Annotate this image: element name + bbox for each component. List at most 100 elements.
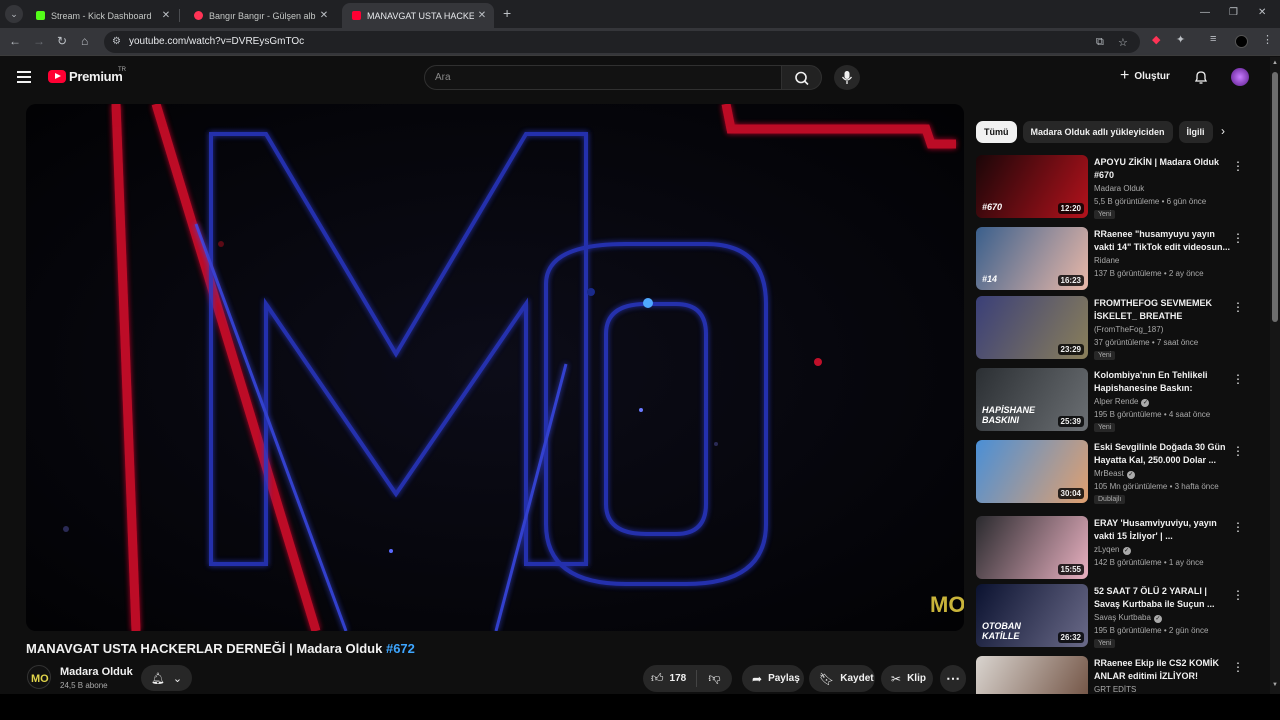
more-vertical-icon[interactable]: ⋮ — [1232, 372, 1244, 386]
account-avatar[interactable] — [1231, 68, 1249, 86]
more-vertical-icon[interactable]: ⋮ — [1232, 300, 1244, 314]
dislike-button[interactable]: 👎︎ — [697, 671, 732, 686]
page-scrollbar[interactable]: ▲ ▼ — [1270, 57, 1280, 694]
verified-check-icon: ✓ — [1153, 615, 1162, 623]
scroll-up-arrow-icon[interactable]: ▲ — [1272, 60, 1278, 66]
recommended-channel-name[interactable]: GRT EDİTS — [1094, 685, 1136, 694]
recommended-channel-name[interactable]: Alper Rende ✓ — [1094, 397, 1150, 407]
channel-avatar[interactable]: MO — [27, 665, 51, 689]
video-thumbnail[interactable]: 15:55 — [976, 516, 1088, 579]
reload-icon[interactable]: ↻ — [57, 34, 67, 48]
back-arrow-icon[interactable]: ← — [9, 34, 21, 48]
chevron-right-icon[interactable]: › — [1221, 124, 1225, 138]
close-icon[interactable]: ✕ — [316, 10, 332, 21]
bookmark-star-icon[interactable]: ☆ — [1118, 36, 1128, 49]
recommended-video-title[interactable]: Kolombiya'nın En Tehlikeli Hapishanesine… — [1094, 369, 1230, 396]
home-icon[interactable]: ⌂ — [81, 34, 88, 48]
recommended-video[interactable]: 15:55 ERAY 'Husamviyuviyu, yayın vakti 15… — [976, 516, 1246, 582]
thumbs-up-icon: 👍︎ — [651, 671, 664, 685]
search-button[interactable] — [781, 65, 822, 90]
recommended-channel-name[interactable]: Ridane — [1094, 256, 1119, 265]
video-thumbnail[interactable]: #14 16:23 — [976, 227, 1088, 290]
browser-menu-icon[interactable]: ⋮ — [1262, 33, 1273, 46]
more-vertical-icon[interactable]: ⋮ — [1232, 231, 1244, 245]
chip-from-uploader[interactable]: Madara Olduk adlı yükleyiciden — [1022, 121, 1173, 143]
view-count-and-date: 195 B görüntüleme • 2 gün önce — [1094, 626, 1209, 635]
window-close-icon[interactable]: ✕ — [1258, 7, 1266, 18]
clip-button[interactable]: ✂ Klip — [881, 665, 933, 692]
tab-search-button[interactable]: ⌄ — [5, 5, 23, 23]
channel-name[interactable]: Madara Olduk — [60, 666, 133, 678]
recommended-video-title[interactable]: RRaenee "husamyuyu yayın vakti 14" TikTo… — [1094, 228, 1230, 254]
new-tab-plus-icon[interactable]: + — [503, 5, 511, 21]
recommended-video[interactable]: OTOBAN KATİLLE 26:32 52 SAAT 7 ÖLÜ 2 YARAL… — [976, 584, 1246, 650]
recommended-video-title[interactable]: ERAY 'Husamviyuviyu, yayın vakti 15 İzli… — [1094, 517, 1230, 543]
chip-related[interactable]: İlgili — [1178, 121, 1213, 143]
video-thumbnail[interactable]: #670 12:20 — [976, 155, 1088, 218]
close-icon[interactable]: ✕ — [158, 10, 174, 21]
youtube-premium-logo[interactable]: Premium — [48, 69, 123, 84]
video-thumbnail[interactable]: 23:29 — [976, 296, 1088, 359]
video-hashtag-link[interactable]: #672 — [386, 641, 415, 656]
subscription-notifications-button[interactable]: 🔔︎ ⌄ — [141, 665, 192, 691]
address-bar[interactable]: ⚙ youtube.com/watch?v=DVREysGmTOc ⧉ ☆ — [104, 31, 1140, 53]
recommended-channel-name[interactable]: zLyqen ✓ — [1094, 545, 1131, 555]
install-app-icon[interactable]: ⧉ — [1096, 36, 1104, 49]
video-thumbnail[interactable]: OTOBAN KATİLLE 26:32 — [976, 584, 1088, 647]
site-settings-icon[interactable]: ⚙ — [112, 36, 121, 47]
recommended-video-title[interactable]: Eski Sevgilinle Doğada 30 Gün Hayatta Ka… — [1094, 441, 1230, 467]
video-thumbnail[interactable]: HAPİSHANE BASKINI 25:39 — [976, 368, 1088, 431]
view-count-and-date: 105 Mn görüntüleme • 3 hafta önce — [1094, 482, 1219, 491]
scrollbar-thumb[interactable] — [1272, 72, 1278, 322]
notifications-bell-icon[interactable] — [1193, 69, 1209, 88]
browser-tab-gulsen[interactable]: Bangır Bangır - Gülşen albümü ✕ — [184, 3, 336, 28]
recommended-video[interactable]: #14 16:23 RRaenee "husamyuyu yayın vakti 1… — [976, 227, 1246, 293]
video-duration: 16:23 — [1057, 275, 1084, 286]
recommended-video-title[interactable]: APOYU ZİKİN | Madara Olduk #670 — [1094, 156, 1230, 182]
subscriber-count: 24,5 B abone — [60, 681, 108, 690]
logo-text: Premium — [69, 69, 123, 84]
video-duration: 30:04 — [1057, 488, 1084, 499]
save-button[interactable]: 🔖︎ Kaydet — [809, 665, 875, 692]
recommended-video[interactable]: 30:04 Eski Sevgilinle Doğada 30 Gün Hayat… — [976, 440, 1246, 506]
extensions-puzzle-icon[interactable]: ✦ — [1176, 33, 1185, 46]
hamburger-menu-icon[interactable] — [17, 71, 31, 86]
search-input[interactable]: Ara — [424, 65, 782, 90]
media-controls-icon[interactable]: ≡ — [1210, 33, 1216, 45]
scroll-down-arrow-icon[interactable]: ▼ — [1272, 682, 1278, 688]
browser-tab-kick[interactable]: Stream - Kick Dashboard ✕ — [26, 3, 178, 28]
profile-avatar[interactable] — [1235, 35, 1248, 48]
recommended-channel-name[interactable]: MrBeast ✓ — [1094, 469, 1135, 479]
recommended-video-title[interactable]: FROMTHEFOG SEVMEMEK İSKELET_ BREATHE RAM… — [1094, 297, 1230, 324]
channel-name-text: Madara Olduk — [1094, 184, 1145, 193]
browser-tab-youtube[interactable]: MANAVGAT USTA HACKERLAR ✕ — [342, 3, 494, 28]
minimize-icon[interactable]: — — [1200, 7, 1210, 18]
recommended-video-title[interactable]: 52 SAAT 7 ÖLÜ 2 YARALI | Savaş Kurtbaba … — [1094, 585, 1230, 611]
more-vertical-icon[interactable]: ⋮ — [1232, 159, 1244, 173]
video-player[interactable]: MO — [26, 104, 964, 631]
chip-all[interactable]: Tümü — [976, 121, 1017, 143]
url-text[interactable]: youtube.com/watch?v=DVREysGmTOc — [129, 36, 304, 47]
more-vertical-icon[interactable]: ⋮ — [1232, 660, 1244, 674]
thumbnail-overlay-text: #670 — [982, 202, 1003, 212]
recommended-video[interactable]: #670 12:20 APOYU ZİKİN | Madara Olduk #670… — [976, 155, 1246, 221]
forward-arrow-icon[interactable]: → — [33, 34, 45, 48]
more-vertical-icon[interactable]: ⋮ — [1232, 588, 1244, 602]
restore-icon[interactable]: ❐ — [1229, 7, 1238, 18]
recommended-video-title[interactable]: RRaenee Ekip ile CS2 KOMİK ANLAR editimi… — [1094, 657, 1230, 683]
voice-search-button[interactable] — [834, 65, 860, 90]
recommended-channel-name[interactable]: Savaş Kurtbaba ✓ — [1094, 613, 1162, 623]
recommended-channel-name[interactable]: (FromTheFog_187) — [1094, 325, 1163, 334]
video-thumbnail[interactable]: 30:04 — [976, 440, 1088, 503]
share-button[interactable]: ➦ Paylaş — [742, 665, 804, 692]
like-button[interactable]: 👍︎ 178 — [643, 670, 697, 687]
more-actions-button[interactable]: ⋯ — [940, 665, 966, 692]
recommended-video[interactable]: HAPİSHANE BASKINI 25:39 Kolombiya'nın En T… — [976, 368, 1246, 434]
recommended-channel-name[interactable]: Madara Olduk — [1094, 184, 1144, 193]
more-vertical-icon[interactable]: ⋮ — [1232, 444, 1244, 458]
close-icon[interactable]: ✕ — [474, 10, 490, 21]
more-vertical-icon[interactable]: ⋮ — [1232, 520, 1244, 534]
create-button[interactable]: + Oluştur — [1120, 68, 1170, 84]
extension-icon[interactable]: ◆ — [1152, 33, 1160, 46]
recommended-video[interactable]: 23:29 FROMTHEFOG SEVMEMEK İSKELET_ BREATH… — [976, 296, 1246, 362]
